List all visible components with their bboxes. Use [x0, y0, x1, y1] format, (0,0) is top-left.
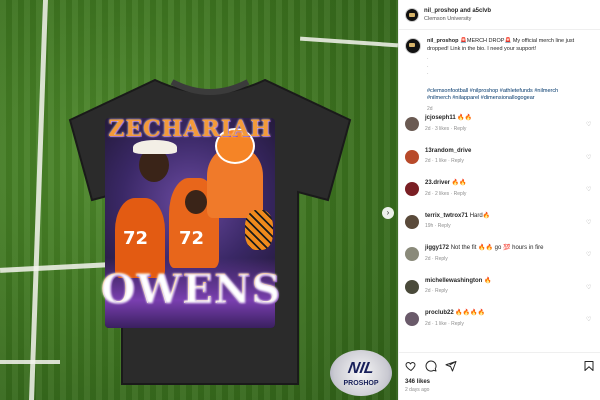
comment: terrix_twtrox71 Hard🔥 19h · Reply ♡: [405, 213, 594, 246]
jersey-number: 72: [123, 228, 149, 249]
avatar[interactable]: [405, 312, 419, 326]
comment-user[interactable]: terrix_twtrox71: [425, 213, 468, 219]
like-count[interactable]: 346 likes: [405, 379, 595, 385]
bookmark-icon[interactable]: [583, 360, 595, 372]
field-line: [299, 36, 398, 48]
caption-user[interactable]: nil_proshop: [427, 38, 458, 44]
post-caption: nil_proshop 🚨MERCH DROP🚨 My official mer…: [399, 30, 600, 115]
logo-subtext: PROSHOP: [343, 380, 379, 387]
comment-text: 🔥🔥: [457, 115, 473, 121]
avatar[interactable]: [405, 7, 419, 22]
jersey-number: 72: [179, 228, 205, 249]
post-author[interactable]: nil_proshop and a5clvb: [424, 7, 491, 15]
comment: michellewashington 🔥 2d · Reply ♡: [405, 278, 594, 311]
comment: proclub22 🔥🔥🔥🔥 2d · 1 like · Reply ♡: [405, 310, 594, 343]
heart-icon[interactable]: ♡: [586, 251, 594, 258]
artwork-name-top: ZECHARIAH: [108, 116, 272, 142]
caption-timestamp: 2d: [427, 105, 433, 112]
heart-icon[interactable]: ♡: [586, 154, 594, 161]
avatar[interactable]: [405, 279, 419, 294]
comment-text: Hard🔥: [469, 212, 491, 219]
post-modal: 72 72 ZECHARIAH OWENS NIL PROSHOP › nil_…: [0, 0, 600, 400]
comment-meta[interactable]: 2d · 1 like · Reply: [425, 158, 586, 166]
comment: jiggy172 Not the fit 🔥🔥 go 💯 hours in fi…: [405, 245, 594, 278]
comment-icon[interactable]: [425, 360, 437, 372]
avatar[interactable]: [405, 214, 419, 229]
avatar[interactable]: [405, 38, 421, 54]
cowboy-hat: [133, 140, 177, 154]
comment-user[interactable]: michellewashington: [425, 278, 482, 284]
chevron-right-icon[interactable]: ›: [382, 207, 394, 219]
comment-list: jcjoseph11 🔥🔥 2d · 3 likes · Reply ♡ 13rand…: [399, 115, 600, 343]
comments-panel: nil_proshop and a5clvb Clemson Universit…: [398, 0, 600, 400]
comment-user[interactable]: 23.driver: [425, 180, 450, 186]
heart-icon[interactable]: ♡: [586, 284, 594, 291]
action-bar: 346 likes 2 days ago: [399, 352, 600, 393]
comment-user[interactable]: proclub22: [425, 310, 454, 316]
caption-hashtags[interactable]: #nilmerch #nilapparel #dimensionallogoge…: [427, 95, 594, 103]
share-icon[interactable]: [445, 360, 457, 372]
comment-user[interactable]: jiggy172: [425, 245, 449, 251]
avatar[interactable]: [405, 182, 419, 196]
avatar[interactable]: [405, 117, 419, 131]
comment: jcjoseph11 🔥🔥 2d · 3 likes · Reply ♡: [405, 115, 594, 148]
comment: 23.driver 🔥🔥 2d · 2 likes · Reply ♡: [405, 180, 594, 213]
comment-user[interactable]: 13random_drive: [425, 148, 471, 154]
player-head: [185, 190, 207, 214]
comment-text: 🔥🔥🔥🔥: [455, 310, 486, 316]
post-date: 2 days ago: [405, 387, 430, 393]
heart-icon[interactable]: ♡: [586, 219, 594, 226]
heart-icon[interactable]: [405, 360, 417, 372]
comment-text: Not the fit 🔥🔥 go 💯 hours in fire: [450, 245, 544, 251]
comment-text: 🔥: [484, 277, 492, 284]
field-line: [0, 360, 60, 364]
heart-icon[interactable]: ♡: [586, 186, 594, 193]
comment-meta[interactable]: 19h · Reply: [425, 223, 586, 231]
logo-text: NIL: [346, 360, 376, 377]
comment-meta[interactable]: 2d · 3 likes · Reply: [425, 126, 586, 134]
tiger-graphic: [245, 210, 273, 250]
post-image[interactable]: 72 72 ZECHARIAH OWENS NIL PROSHOP ›: [0, 0, 398, 400]
comment-meta[interactable]: 2d · 1 like · Reply: [425, 321, 586, 329]
avatar[interactable]: [405, 247, 419, 261]
caption-dots: . . .: [427, 55, 429, 76]
post-header: nil_proshop and a5clvb Clemson Universit…: [399, 0, 600, 30]
avatar[interactable]: [405, 149, 419, 164]
heart-icon[interactable]: ♡: [586, 121, 594, 128]
comment-meta[interactable]: 2d · Reply: [425, 256, 586, 264]
field-line: [29, 0, 48, 400]
comment-text: 🔥🔥: [451, 180, 467, 186]
artwork-name-bottom: OWENS: [96, 270, 286, 310]
comment-user[interactable]: jcjoseph11: [425, 115, 456, 121]
caption-hashtags[interactable]: #clemsonfootball #nilproshop #athletefun…: [427, 88, 594, 96]
nil-proshop-logo: NIL PROSHOP: [330, 350, 392, 396]
comment-meta[interactable]: 2d · Reply: [425, 288, 586, 296]
heart-icon[interactable]: ♡: [586, 316, 594, 323]
post-location[interactable]: Clemson University: [424, 15, 491, 23]
comment-meta[interactable]: 2d · 2 likes · Reply: [425, 191, 586, 199]
comment: 13random_drive 2d · 1 like · Reply ♡: [405, 148, 594, 181]
